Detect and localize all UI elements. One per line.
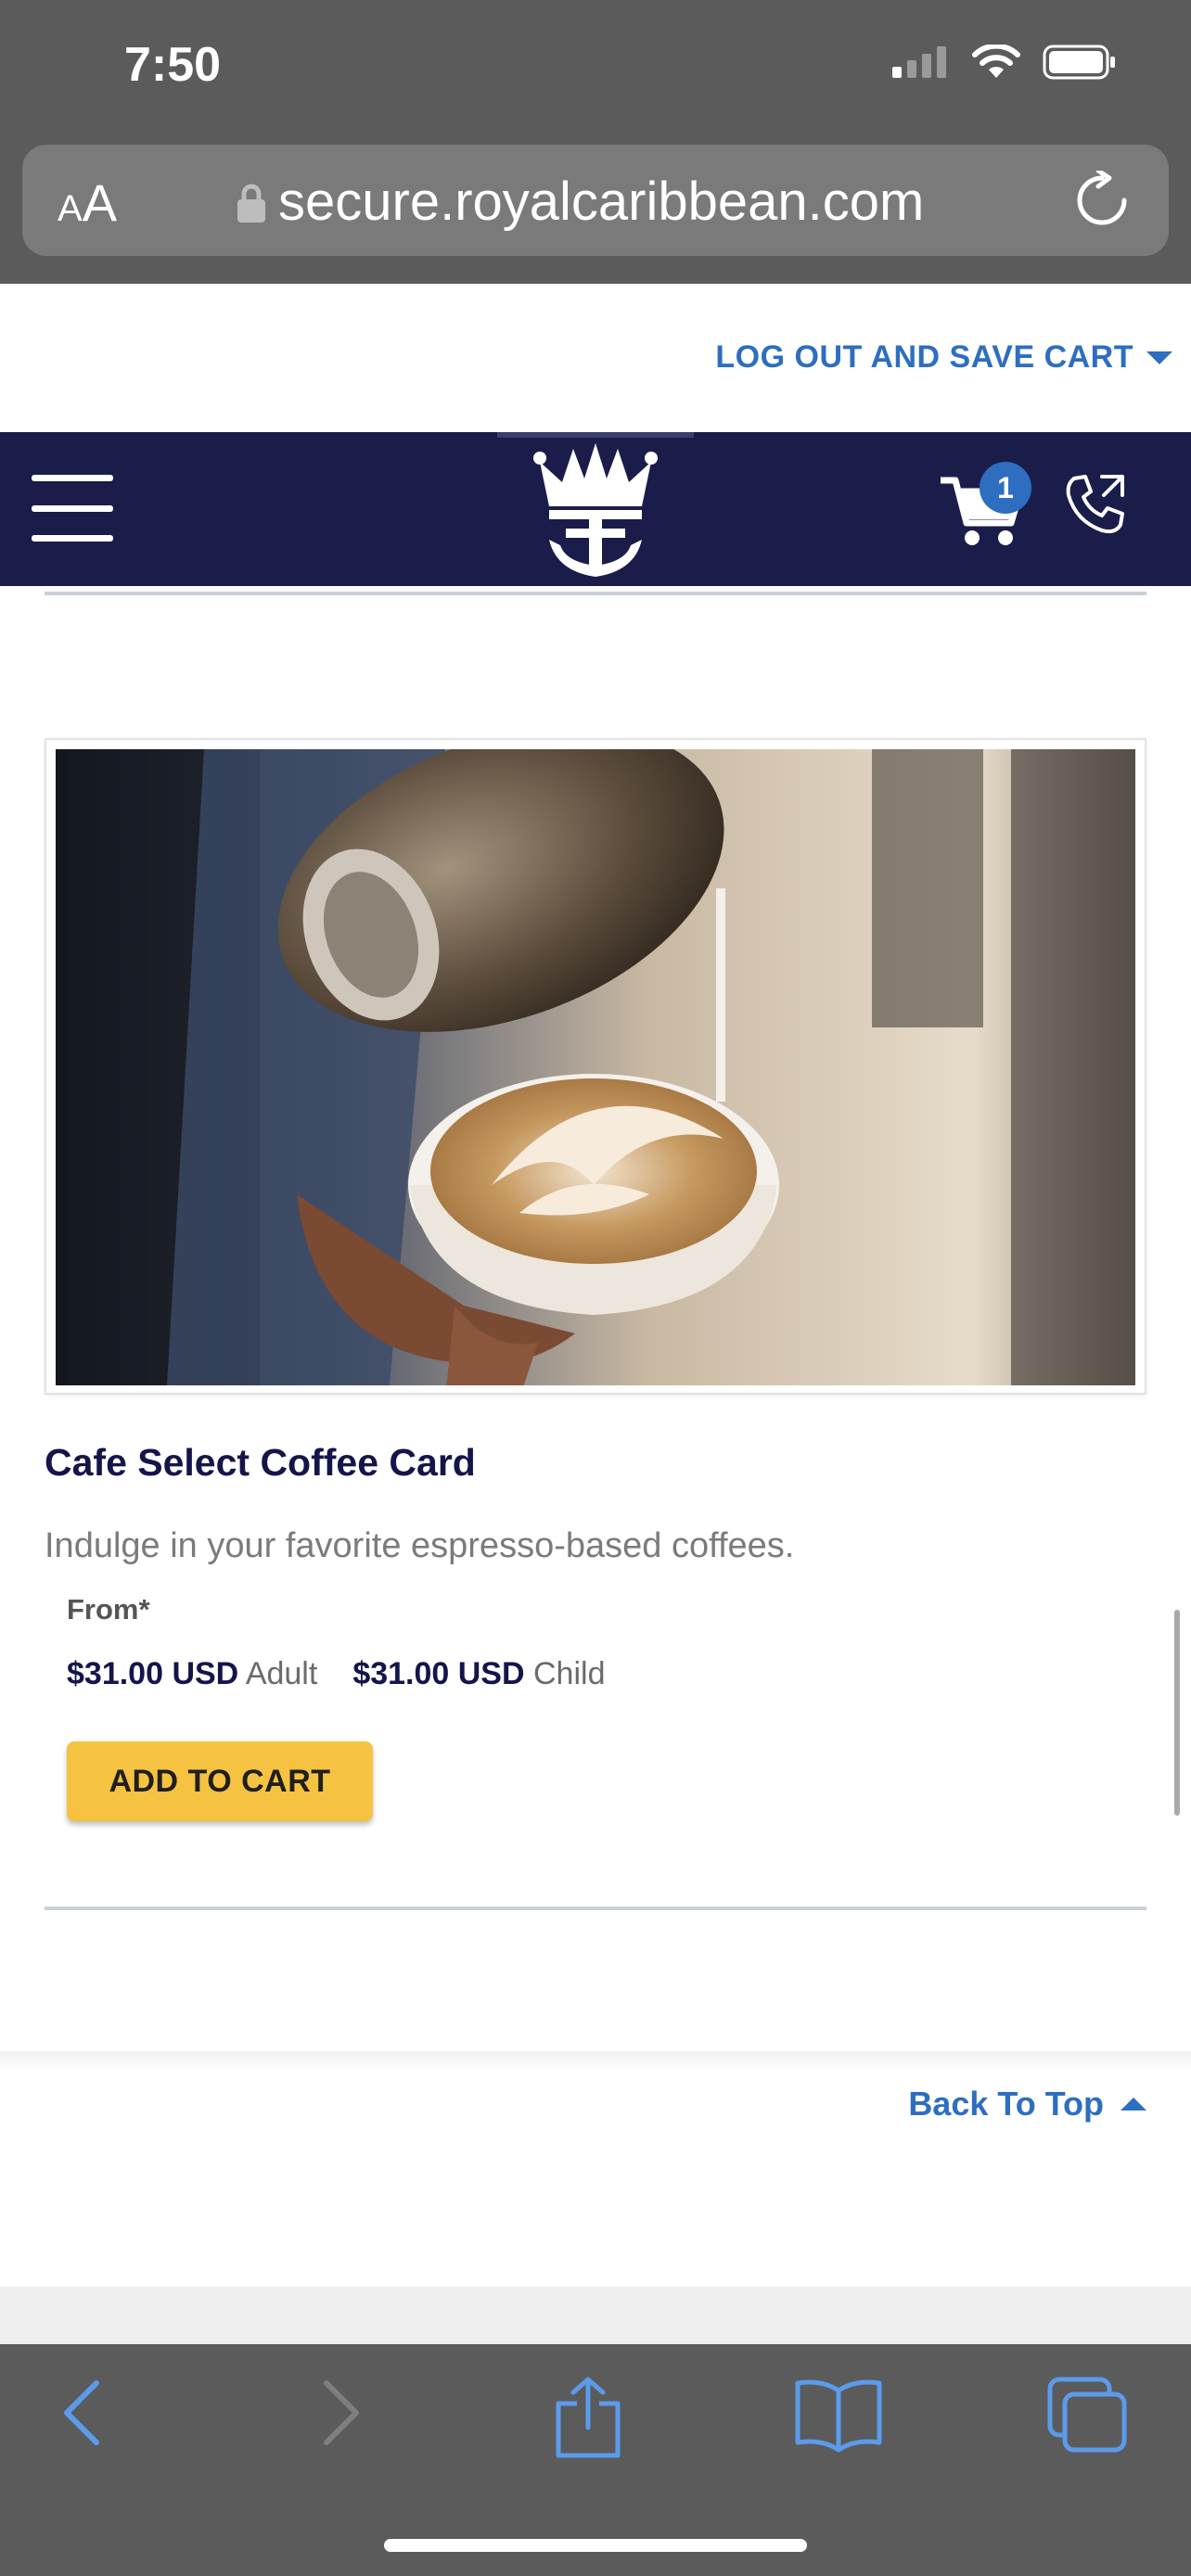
- phone-icon[interactable]: [1061, 469, 1130, 538]
- add-to-cart-button[interactable]: ADD TO CART: [67, 1741, 373, 1821]
- chevron-up-icon: [1121, 2098, 1146, 2111]
- tabs-icon[interactable]: [1046, 2376, 1130, 2454]
- product-description: Indulge in your favorite espresso-based …: [45, 1526, 795, 1565]
- price-child: $31.00 USD Child: [352, 1656, 605, 1692]
- bookmarks-icon[interactable]: [794, 2376, 883, 2454]
- price-label: Adult: [245, 1656, 318, 1691]
- from-label: From*: [67, 1593, 150, 1626]
- chevron-down-icon: [1146, 351, 1172, 364]
- price-amount: $31.00 USD: [352, 1656, 525, 1691]
- url-display[interactable]: secure.royalcaribbean.com: [237, 171, 924, 233]
- browser-top-chrome: 7:50 AA secure.royalcaribbean.com: [0, 0, 1191, 284]
- lock-icon: [237, 184, 265, 223]
- back-icon[interactable]: [56, 2376, 111, 2450]
- status-icons: [892, 45, 1117, 80]
- scrollbar[interactable]: [1174, 1610, 1180, 1816]
- footer-separator: [0, 2051, 1191, 2070]
- signal-icon: [892, 46, 946, 78]
- share-icon[interactable]: [551, 2376, 625, 2459]
- wifi-icon: [972, 45, 1020, 78]
- reload-icon[interactable]: [1072, 171, 1132, 230]
- address-bar[interactable]: AA secure.royalcaribbean.com: [22, 145, 1169, 256]
- product-image-frame: [45, 738, 1146, 1395]
- forward-icon[interactable]: [312, 2376, 367, 2450]
- home-indicator[interactable]: [384, 2539, 807, 2552]
- price-amount: $31.00 USD: [67, 1656, 239, 1691]
- menu-icon[interactable]: [32, 475, 113, 542]
- back-to-top-link[interactable]: Back To Top: [908, 2085, 1146, 2123]
- divider: [45, 1906, 1146, 1910]
- logo-tab-accent: [497, 432, 694, 438]
- cart-count-badge: 1: [980, 462, 1031, 514]
- price-adult: $31.00 USD Adult: [67, 1656, 317, 1692]
- product-title[interactable]: Cafe Select Coffee Card: [45, 1441, 476, 1485]
- account-bar: LOG OUT AND SAVE CART: [0, 284, 1191, 432]
- text-size-button[interactable]: AA: [58, 172, 117, 233]
- status-time: 7:50: [124, 38, 222, 92]
- price-list: $31.00 USD Adult $31.00 USD Child: [67, 1656, 605, 1692]
- coffee-photo: [56, 749, 1135, 1385]
- logout-save-cart-link[interactable]: LOG OUT AND SAVE CART: [715, 339, 1172, 376]
- royal-caribbean-crown-logo[interactable]: [529, 441, 662, 580]
- battery-icon: [1043, 45, 1115, 80]
- url-text: secure.royalcaribbean.com: [278, 172, 925, 232]
- divider: [45, 592, 1146, 595]
- page-footer-band: [0, 2287, 1191, 2344]
- price-label: Child: [533, 1656, 606, 1691]
